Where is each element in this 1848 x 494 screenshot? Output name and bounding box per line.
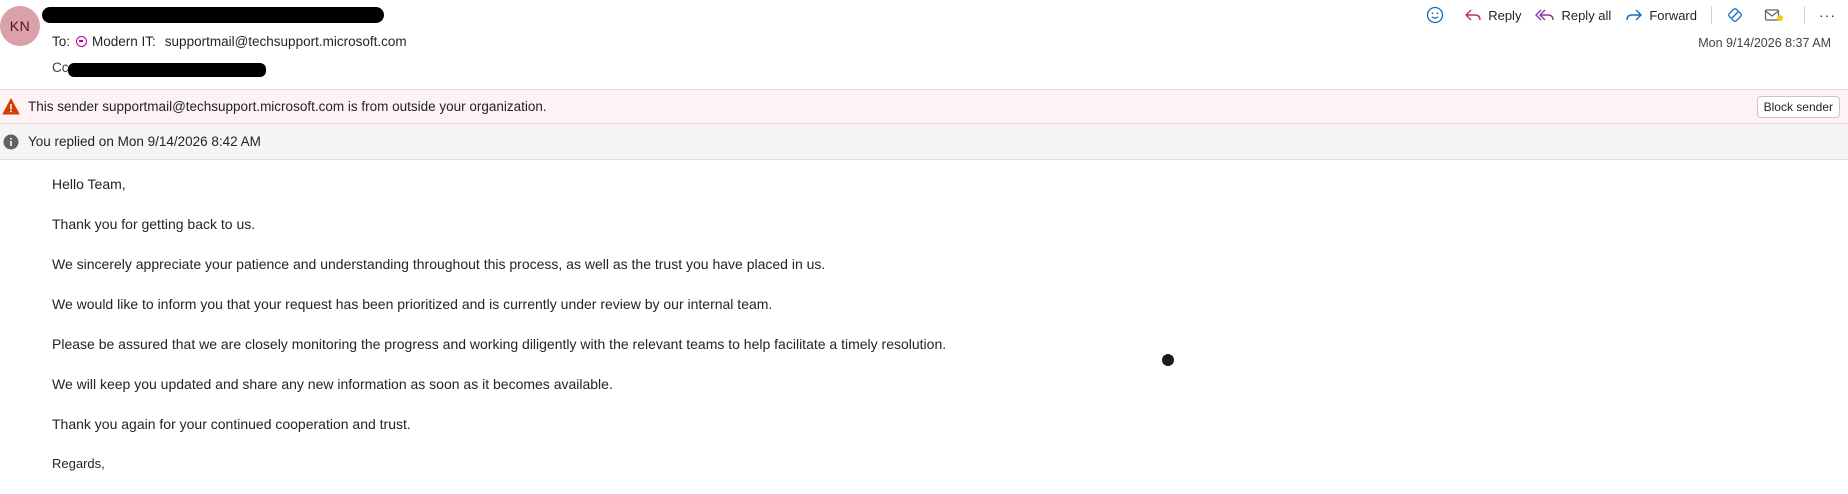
redacted-sender-name: [42, 7, 384, 23]
toolbar-separator-2: [1804, 6, 1805, 24]
to-line: To: Modern IT: supportmail@techsupport.m…: [52, 34, 407, 49]
loop-icon: [1728, 8, 1742, 22]
info-icon: [3, 134, 19, 149]
loop-component-button[interactable]: [1726, 6, 1750, 24]
group-icon: [76, 36, 88, 47]
body-paragraph: Regards,: [52, 456, 105, 471]
reply-button[interactable]: Reply: [1464, 7, 1521, 23]
body-paragraph: We will keep you updated and share any n…: [52, 376, 613, 392]
external-sender-warning: This sender supportmail@techsupport.micr…: [0, 89, 1848, 124]
more-icon: ···: [1819, 7, 1836, 23]
cc-line: Cc: [52, 60, 69, 75]
to-label: To:: [52, 34, 71, 49]
body-paragraph: We sincerely appreciate your patience an…: [52, 256, 826, 272]
cc-label: Cc: [52, 60, 69, 75]
message-toolbar: Reply Reply all Forward ···: [1412, 4, 1836, 26]
forward-arrow-icon: [1626, 9, 1643, 21]
warning-text: This sender supportmail@techsupport.micr…: [28, 99, 547, 114]
body-paragraph: Please be assured that we are closely mo…: [52, 336, 947, 352]
reply-arrow-icon: [1465, 9, 1481, 21]
message-body: Hello Team, Thank you for getting back t…: [52, 174, 946, 494]
reply-all-button[interactable]: Reply all: [1535, 7, 1611, 23]
warning-icon: [2, 98, 20, 115]
more-actions-button[interactable]: ···: [1819, 7, 1836, 23]
forward-label: Forward: [1649, 7, 1697, 23]
replied-text: You replied on Mon 9/14/2026 8:42 AM: [28, 134, 261, 149]
body-paragraph: Thank you again for your continued coope…: [52, 416, 411, 432]
mouse-cursor: [1162, 354, 1174, 366]
to-group[interactable]: Modern IT:: [92, 34, 156, 49]
body-paragraph: Thank you for getting back to us.: [52, 216, 256, 232]
received-date: Mon 9/14/2026 8:37 AM: [1698, 36, 1831, 50]
replied-info-bar: You replied on Mon 9/14/2026 8:42 AM: [0, 124, 1848, 160]
envelope-icon: [1764, 9, 1783, 21]
mark-unread-button[interactable]: [1764, 7, 1790, 23]
smiley-icon: [1427, 6, 1444, 24]
body-paragraph: We would like to inform you that your re…: [52, 296, 773, 312]
emoji-reaction-button[interactable]: [1426, 6, 1450, 24]
redacted-cc-recipient: [68, 63, 266, 77]
reply-label: Reply: [1488, 7, 1522, 23]
reply-all-arrow-icon: [1535, 9, 1555, 21]
forward-button[interactable]: Forward: [1625, 7, 1697, 23]
block-sender-button[interactable]: Block sender: [1756, 96, 1840, 118]
sender-initials: KN: [9, 18, 31, 34]
toolbar-separator: [1711, 6, 1712, 24]
to-address[interactable]: supportmail@techsupport.microsoft.com: [165, 34, 407, 49]
body-paragraph: Hello Team,: [52, 176, 126, 192]
sender-avatar[interactable]: KN: [0, 6, 40, 46]
reply-all-label: Reply all: [1561, 7, 1612, 23]
